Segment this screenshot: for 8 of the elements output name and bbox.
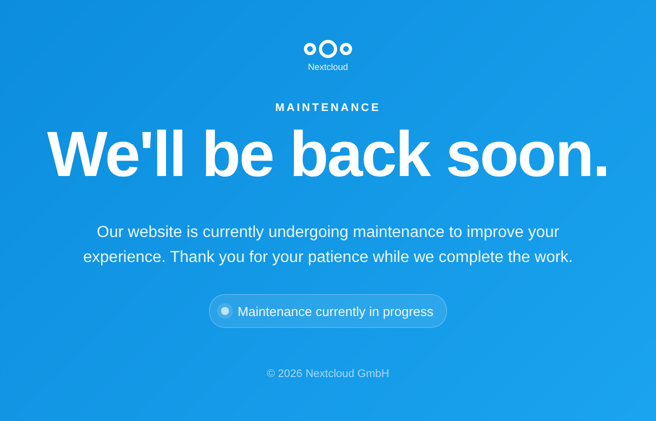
- brand-name: Nextcloud: [308, 62, 348, 72]
- logo-icon: [303, 38, 353, 60]
- message: Our website is currently undergoing maintenance to improve your experience. Thank you for your patience while we complete the work.: [82, 223, 574, 268]
- copyright: © 2026 Nextcloud GmbH: [266, 368, 390, 380]
- headline: We'll be back soon.: [47, 122, 609, 186]
- status-dot-icon: [220, 307, 229, 315]
- status-label: Maintenance currently in progress: [238, 304, 434, 318]
- section-label: MAINTENANCE: [275, 102, 381, 114]
